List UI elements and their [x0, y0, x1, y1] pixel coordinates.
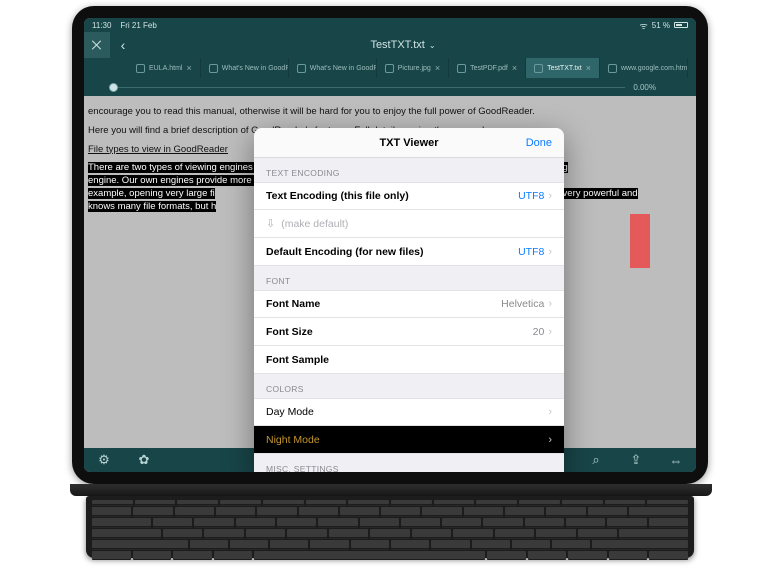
close-icon[interactable]: × — [512, 63, 517, 73]
selected-text: knows many file formats, but h — [88, 201, 216, 212]
search-button[interactable]: ⌕ — [576, 452, 616, 468]
arrows-icon: ⇔ — [670, 453, 683, 468]
screen: 11:30 Fri 21 Feb ᯤ 51 % ‹ TestTXT.txt ⌄ … — [84, 18, 696, 472]
row-font-size[interactable]: Font Size 20 › — [254, 318, 564, 346]
close-button[interactable] — [84, 32, 110, 58]
chevron-right-icon: › — [548, 298, 552, 310]
group-misc: MISC. SETTINGS — [254, 454, 564, 472]
highlight-marker — [630, 214, 650, 268]
document-title: TestTXT.txt — [370, 39, 424, 51]
physical-keyboard — [86, 496, 694, 558]
popover-title: TXT Viewer — [254, 137, 564, 149]
back-button[interactable]: ‹ — [110, 37, 136, 53]
progress-slider-bar: 0.00% — [84, 78, 696, 96]
chevron-right-icon: › — [548, 434, 552, 446]
close-icon[interactable]: × — [586, 63, 591, 73]
row-night-mode[interactable]: Night Mode › — [254, 426, 564, 454]
status-bar: 11:30 Fri 21 Feb ᯤ 51 % — [84, 18, 696, 32]
file-icon — [136, 64, 145, 73]
keyboard-hinge — [70, 484, 712, 496]
row-text-encoding-this-file[interactable]: Text Encoding (this file only) UTF8 › — [254, 182, 564, 210]
selected-text: example, opening very large fi — [88, 188, 215, 199]
close-icon[interactable]: × — [435, 63, 440, 73]
tab-strip: EULA.html× What's New in GoodRea…× What'… — [84, 58, 696, 78]
ipad-frame: 11:30 Fri 21 Feb ᯤ 51 % ‹ TestTXT.txt ⌄ … — [72, 6, 708, 484]
wifi-icon: ᯤ — [640, 19, 648, 32]
popover-body[interactable]: TEXT ENCODING Text Encoding (this file o… — [254, 158, 564, 472]
file-icon — [457, 64, 466, 73]
group-text-encoding: TEXT ENCODING — [254, 158, 564, 182]
battery-percent: 51 % — [652, 21, 670, 30]
row-font-name[interactable]: Font Name Helvetica › — [254, 290, 564, 318]
tab-google[interactable]: www.google.com.html× — [600, 58, 688, 78]
chevron-right-icon: › — [548, 406, 552, 418]
gear-icon: ✿ — [139, 452, 150, 467]
file-icon — [534, 64, 543, 73]
file-icon — [385, 64, 394, 73]
status-date: Fri 21 Feb — [120, 21, 156, 30]
battery-icon — [674, 22, 688, 28]
group-font: FONT — [254, 266, 564, 290]
close-icon[interactable]: × — [186, 63, 191, 73]
tools-button[interactable]: ⚙ — [84, 452, 124, 468]
tab-whatsnew-2[interactable]: What's New in GoodRea…× — [289, 58, 377, 78]
file-icon — [209, 64, 218, 73]
pin-icon: ⇩ — [266, 217, 275, 230]
progress-slider[interactable] — [109, 87, 625, 88]
top-nav: ‹ TestTXT.txt ⌄ — [84, 32, 696, 58]
txt-viewer-popover: TXT Viewer Done TEXT ENCODING Text Encod… — [254, 128, 564, 472]
status-time: 11:30 — [92, 21, 111, 30]
tab-testtxt[interactable]: TestTXT.txt× — [526, 58, 600, 78]
file-icon — [297, 64, 306, 73]
tab-whatsnew-1[interactable]: What's New in GoodRea…× — [201, 58, 289, 78]
chevron-down-icon: ⌄ — [429, 41, 436, 50]
popover-header: TXT Viewer Done — [254, 128, 564, 158]
close-icon — [92, 40, 102, 50]
tab-eula[interactable]: EULA.html× — [128, 58, 201, 78]
progress-percent: 0.00% — [633, 83, 656, 92]
layout-button[interactable]: ⇔ — [656, 453, 696, 468]
done-button[interactable]: Done — [526, 137, 552, 149]
slider-knob[interactable] — [109, 83, 118, 92]
row-day-mode[interactable]: Day Mode › — [254, 398, 564, 426]
paragraph: encourage you to read this manual, other… — [88, 106, 692, 119]
file-icon — [608, 64, 617, 73]
row-font-sample: Font Sample — [254, 346, 564, 374]
share-button[interactable]: ⇪ — [616, 452, 656, 468]
chevron-right-icon: › — [548, 190, 552, 202]
document-title-button[interactable]: TestTXT.txt ⌄ — [136, 39, 670, 51]
search-icon: ⌕ — [592, 452, 599, 467]
gear-link-icon: ⚙ — [98, 452, 110, 467]
share-icon: ⇪ — [631, 452, 642, 467]
tab-testpdf[interactable]: TestPDF.pdf× — [449, 58, 526, 78]
settings-button[interactable]: ✿ — [124, 452, 164, 468]
row-make-default[interactable]: ⇩ (make default) — [254, 210, 564, 238]
chevron-right-icon: › — [548, 326, 552, 338]
group-colors: COLORS — [254, 374, 564, 398]
tab-picture[interactable]: Picture.jpg× — [377, 58, 449, 78]
chevron-right-icon: › — [548, 246, 552, 258]
row-default-encoding[interactable]: Default Encoding (for new files) UTF8 › — [254, 238, 564, 266]
